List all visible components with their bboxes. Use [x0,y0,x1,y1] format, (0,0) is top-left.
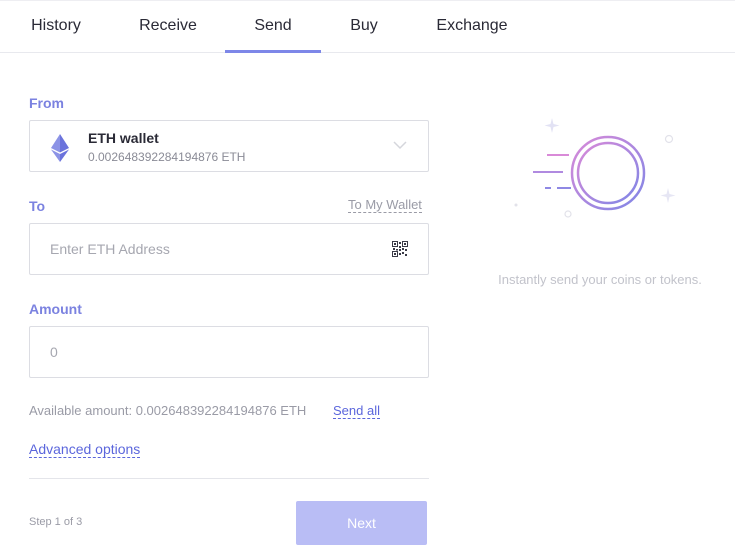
amount-label: Amount [29,301,82,317]
divider [29,478,429,479]
tab-exchange[interactable]: Exchange [436,1,508,53]
wallet-balance: 0.002648392284194876 ETH [88,150,246,164]
ethereum-icon [51,134,69,162]
address-field [29,223,429,275]
qr-code-icon[interactable] [392,241,408,257]
chevron-down-icon [393,141,407,150]
wallet-name: ETH wallet [88,130,159,146]
send-coin-illustration [514,118,676,218]
wallet-select[interactable]: ETH wallet 0.002648392284194876 ETH [29,120,429,172]
to-my-wallet-link[interactable]: To My Wallet [348,197,422,213]
tab-history[interactable]: History [28,1,84,53]
tab-send[interactable]: Send [225,1,321,53]
send-tagline: Instantly send your coins or tokens. [498,272,702,287]
amount-input[interactable] [50,327,390,377]
advanced-options-link[interactable]: Advanced options [29,441,141,458]
from-label: From [29,95,64,111]
next-button[interactable]: Next [296,501,427,545]
active-tab-indicator [225,50,321,53]
to-label: To [29,198,46,214]
tab-receive[interactable]: Receive [139,1,197,53]
amount-field [29,326,429,378]
tab-bar: History Receive Send Buy Exchange [0,0,735,53]
tab-buy[interactable]: Buy [349,1,379,53]
available-amount: Available amount: 0.002648392284194876 E… [29,403,307,418]
address-input[interactable] [50,224,390,274]
send-all-link[interactable]: Send all [333,403,380,419]
step-indicator: Step 1 of 3 [29,516,83,528]
